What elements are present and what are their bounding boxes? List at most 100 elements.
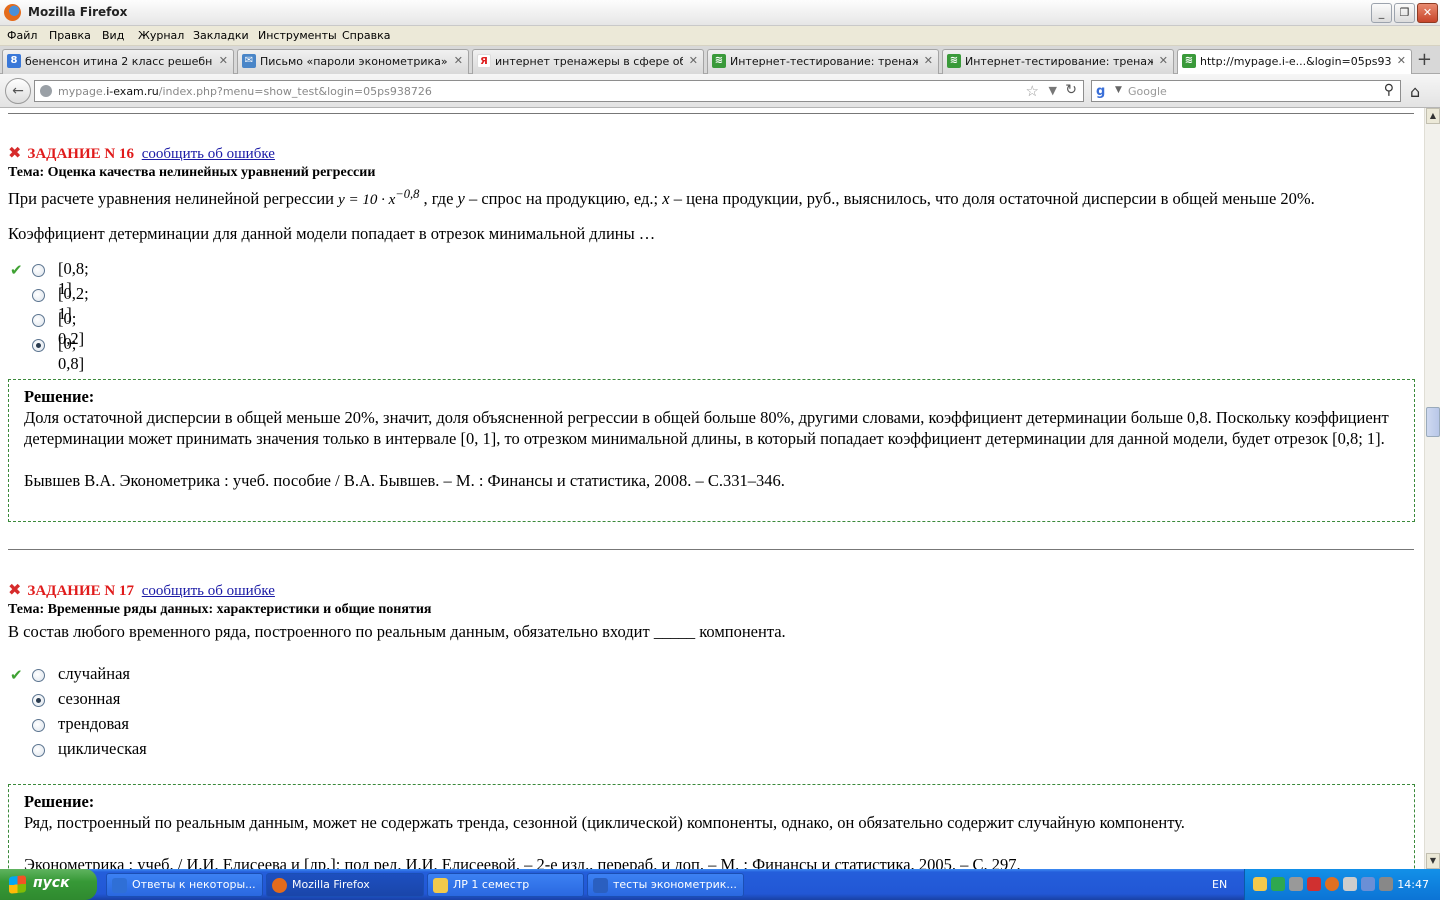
navigation-toolbar: ← mypage.i-exam.ru/index.php?menu=show_t… <box>0 74 1440 108</box>
tray-app-icon[interactable] <box>1271 877 1285 891</box>
browser-tab[interactable]: ≋ Интернет-тестирование: тренажер... ✕ <box>707 49 939 74</box>
menu-edit[interactable]: Правка <box>49 29 91 42</box>
taskbar-button[interactable]: ЛР 1 семестр <box>427 873 584 897</box>
browser-tab-active[interactable]: ≋ http://mypage.i-e...&login=05ps938726 … <box>1177 49 1412 75</box>
tray-app-icon[interactable] <box>1379 877 1393 891</box>
address-bar[interactable]: mypage.i-exam.ru/index.php?menu=show_tes… <box>34 80 1084 102</box>
internet-explorer-icon <box>112 878 127 893</box>
address-url[interactable]: mypage.i-exam.ru/index.php?menu=show_tes… <box>58 85 432 98</box>
taskbar-button[interactable]: тесты эконометрик... <box>587 873 744 897</box>
option-label: сезонная <box>58 689 121 708</box>
report-error-link[interactable]: сообщить об ошибке <box>142 583 275 599</box>
tab-label: интернет тренажеры в сфере обра... <box>495 55 683 68</box>
history-dropdown-icon[interactable]: ▼ <box>1049 84 1057 97</box>
word-document-icon <box>593 878 608 893</box>
taskbar-button[interactable]: Ответы к некоторы... <box>106 873 263 897</box>
firefox-logo-icon <box>4 4 21 21</box>
close-window-button[interactable]: ✕ <box>1417 3 1438 23</box>
solution-title: Решение: <box>24 792 95 811</box>
reload-icon[interactable]: ↻ <box>1065 82 1077 98</box>
vertical-scrollbar[interactable]: ▲ ▼ <box>1424 108 1440 869</box>
network-icon[interactable] <box>1361 877 1375 891</box>
tab-label: Письмо «пароли эконометрика» — ... <box>260 55 448 68</box>
radio-button-selected[interactable] <box>32 339 45 352</box>
separator <box>8 113 1414 114</box>
tray-app-icon[interactable] <box>1307 877 1321 891</box>
menu-view[interactable]: Вид <box>102 29 124 42</box>
search-bar[interactable]: g ▼ Google ⚲ <box>1091 80 1401 102</box>
solution-box: Решение: Доля остаточной дисперсии в общ… <box>8 379 1415 522</box>
bookmark-star-icon[interactable]: ☆ <box>1026 82 1039 100</box>
language-indicator[interactable]: EN <box>1212 878 1227 891</box>
windows-taskbar: пуск Ответы к некоторы... Mozilla Firefo… <box>0 869 1440 900</box>
tab-close-icon[interactable]: ✕ <box>1397 54 1406 67</box>
browser-tab[interactable]: ✉ Письмо «пароли эконометрика» — ... ✕ <box>237 49 469 74</box>
back-arrow-icon[interactable]: ← <box>5 78 31 104</box>
yandex-favicon-icon: Я <box>477 54 491 68</box>
separator <box>8 549 1414 550</box>
scrollbar-thumb[interactable] <box>1426 407 1440 437</box>
page-content: ✖ ЗАДАНИЕ N 16 сообщить об ошибке Тема: О… <box>0 108 1424 869</box>
taskbar-button-label: ЛР 1 семестр <box>453 878 530 891</box>
radio-button-selected[interactable] <box>32 694 45 707</box>
browser-tab[interactable]: 8 бененсон итина 2 класс решебник с... ✕ <box>2 49 234 74</box>
menu-bar: Файл Правка Вид Журнал Закладки Инструме… <box>0 26 1440 46</box>
task-header: ✖ ЗАДАНИЕ N 16 сообщить об ошибке <box>8 143 275 163</box>
radio-button[interactable] <box>32 314 45 327</box>
radio-button[interactable] <box>32 264 45 277</box>
report-error-link[interactable]: сообщить об ошибке <box>142 146 275 162</box>
browser-tab[interactable]: ≋ Интернет-тестирование: тренажер... ✕ <box>942 49 1174 74</box>
correct-answer-check-icon: ✔ <box>10 261 23 279</box>
windows-flag-icon <box>9 875 26 894</box>
tab-close-icon[interactable]: ✕ <box>454 54 463 67</box>
volume-icon[interactable] <box>1343 877 1357 891</box>
radio-button[interactable] <box>32 289 45 302</box>
tab-label: http://mypage.i-e...&login=05ps938726 <box>1200 55 1391 68</box>
menu-history[interactable]: Журнал <box>138 29 184 42</box>
scroll-down-arrow-icon[interactable]: ▼ <box>1426 853 1440 869</box>
google-search-engine-icon[interactable]: g <box>1096 84 1112 100</box>
scroll-up-arrow-icon[interactable]: ▲ <box>1426 108 1440 124</box>
tray-app-icon[interactable] <box>1289 877 1303 891</box>
system-clock[interactable]: 14:47 <box>1397 878 1429 891</box>
tab-label: Интернет-тестирование: тренажер... <box>965 55 1153 68</box>
browser-tab[interactable]: Я интернет тренажеры в сфере обра... ✕ <box>472 49 704 74</box>
maximize-button[interactable]: ❐ <box>1394 3 1415 23</box>
menu-tools[interactable]: Инструменты <box>258 29 337 42</box>
wrong-answer-icon: ✖ <box>8 580 22 599</box>
window-title: Mozilla Firefox <box>28 5 128 19</box>
solution-text: Ряд, построенный по реальным данным, мож… <box>24 813 1185 832</box>
search-magnifier-icon[interactable]: ⚲ <box>1384 82 1394 98</box>
search-input[interactable]: Google <box>1128 85 1167 98</box>
menu-file[interactable]: Файл <box>7 29 37 42</box>
menu-help[interactable]: Справка <box>342 29 390 42</box>
menu-bookmarks[interactable]: Закладки <box>193 29 249 42</box>
tab-label: Интернет-тестирование: тренажер... <box>730 55 918 68</box>
solution-title: Решение: <box>24 387 95 406</box>
firefox-icon <box>272 878 287 893</box>
folder-icon <box>433 878 448 893</box>
tray-app-icon[interactable] <box>1253 877 1267 891</box>
site-identity-icon[interactable] <box>40 85 52 97</box>
radio-button[interactable] <box>32 669 45 682</box>
radio-button[interactable] <box>32 744 45 757</box>
solution-reference: Эконометрика : учеб. / И.И. Елисеева и [… <box>24 855 1021 869</box>
start-button[interactable]: пуск <box>0 869 97 900</box>
task-number: ЗАДАНИЕ N 17 <box>27 583 134 599</box>
tab-close-icon[interactable]: ✕ <box>219 54 228 67</box>
home-icon[interactable]: ⌂ <box>1410 82 1420 101</box>
minimize-button[interactable]: _ <box>1371 3 1392 23</box>
start-label: пуск <box>33 875 70 891</box>
formula: y = 10 · x−0,8 <box>338 187 420 208</box>
new-tab-button[interactable]: + <box>1417 49 1432 70</box>
taskbar-button-label: тесты эконометрик... <box>613 878 737 891</box>
radio-button[interactable] <box>32 719 45 732</box>
tab-close-icon[interactable]: ✕ <box>689 54 698 67</box>
tab-close-icon[interactable]: ✕ <box>1159 54 1168 67</box>
tray-app-icon[interactable] <box>1325 877 1339 891</box>
search-engine-dropdown-icon[interactable]: ▼ <box>1115 85 1122 95</box>
option-label: случайная <box>58 664 131 683</box>
taskbar-button-active[interactable]: Mozilla Firefox <box>266 873 424 897</box>
tab-close-icon[interactable]: ✕ <box>924 54 933 67</box>
solution-box: Решение: Ряд, построенный по реальным да… <box>8 784 1415 869</box>
